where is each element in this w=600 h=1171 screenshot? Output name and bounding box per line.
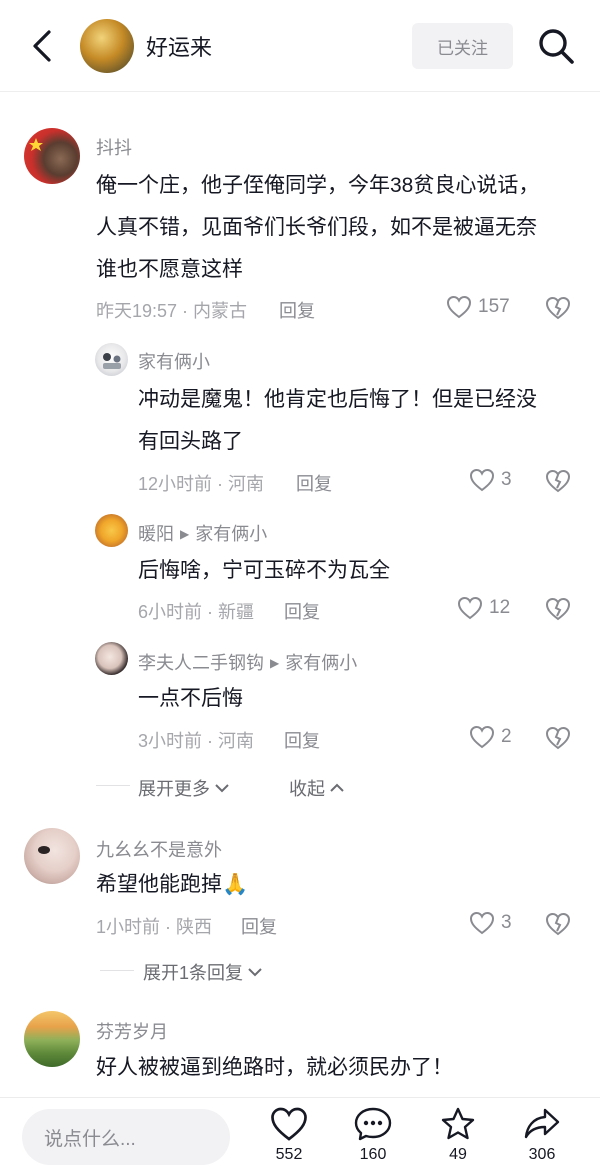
chevron-left-icon	[33, 30, 51, 62]
reply-username[interactable]: 李夫人二手钢钩 ▶ 家有俩小	[138, 649, 357, 675]
share-arrow-icon	[524, 1108, 560, 1139]
reply-username[interactable]: 暖阳 ▶ 家有俩小	[138, 520, 267, 546]
reply-author[interactable]: 暖阳	[138, 524, 174, 544]
share-total: 306	[528, 1146, 556, 1163]
dislike-button[interactable]	[545, 597, 571, 626]
reply-button[interactable]: 回复	[284, 598, 320, 624]
reply-button[interactable]: 回复	[284, 727, 320, 753]
broken-heart-icon	[545, 912, 571, 936]
comment-list[interactable]: 抖抖 俺一个庄，他子侄俺同学，今年38贫良心说话， 人真不错，见面爷们长爷们段，…	[0, 92, 600, 1097]
reply-text-line: 后悔啥，宁可玉碎不为瓦全	[138, 559, 390, 582]
reply-username[interactable]: 家有俩小	[138, 348, 210, 374]
like-button[interactable]: 12	[457, 596, 510, 620]
favorite-action[interactable]: 49	[430, 1106, 486, 1164]
reply-target[interactable]: 家有俩小	[195, 524, 267, 544]
expand-more-button[interactable]: 展开更多	[138, 775, 230, 801]
heart-icon	[469, 725, 495, 749]
collapse-label: 收起	[289, 779, 325, 799]
comment-input[interactable]: 说点什么...	[22, 1109, 230, 1165]
reply-button[interactable]: 回复	[241, 913, 277, 939]
favorite-total: 49	[449, 1146, 467, 1163]
avatar[interactable]	[95, 514, 128, 547]
comment-username[interactable]: 抖抖	[96, 134, 132, 160]
like-count: 3	[501, 469, 512, 490]
avatar[interactable]	[24, 128, 80, 184]
comment-username[interactable]: 芬芳岁月	[96, 1018, 168, 1044]
like-count: 12	[489, 597, 511, 618]
like-count: 2	[501, 726, 512, 747]
like-count: 3	[501, 912, 512, 933]
top-bar: 好运来 已关注	[0, 0, 600, 92]
broken-heart-icon	[545, 296, 571, 320]
comment-meta: 昨天19:57 · 内蒙古	[96, 301, 248, 321]
like-button[interactable]: 3	[469, 911, 512, 935]
reply-text-line: 有回头路了	[138, 430, 243, 453]
chevron-down-icon	[248, 968, 262, 977]
reply-text-line: 冲动是魔鬼！他肯定也后悔了！但是已经没	[138, 388, 537, 411]
reply-arrow-icon: ▶	[270, 656, 280, 670]
comment-username[interactable]: 九幺幺不是意外	[96, 836, 222, 862]
reply-button[interactable]: 回复	[279, 297, 315, 323]
avatar[interactable]	[24, 828, 80, 884]
broken-heart-icon	[545, 469, 571, 493]
avatar[interactable]	[24, 1011, 80, 1067]
reply-author[interactable]: 李夫人二手钢钩	[138, 653, 264, 673]
comment-meta: 1小时前 · 陕西	[96, 917, 213, 937]
comment-total: 160	[359, 1146, 387, 1163]
dislike-button[interactable]	[545, 726, 571, 755]
reply-arrow-icon: ▶	[180, 527, 190, 541]
bottom-action-bar: 说点什么... 552 160 49 306	[0, 1097, 600, 1171]
star-icon	[441, 1107, 475, 1140]
reply-target[interactable]: 家有俩小	[285, 653, 357, 673]
broken-heart-icon	[545, 726, 571, 750]
like-total: 552	[275, 1146, 303, 1163]
comment-action[interactable]: 160	[345, 1106, 401, 1164]
comment-text-line: 希望他能跑掉🙏	[96, 873, 249, 896]
expand-more-label: 展开更多	[138, 779, 210, 799]
heart-icon	[469, 468, 495, 492]
reply-button[interactable]: 回复	[296, 470, 332, 496]
search-button[interactable]	[534, 24, 578, 68]
share-action[interactable]: 306	[514, 1106, 570, 1164]
heart-icon	[457, 596, 483, 620]
chevron-down-icon	[215, 784, 229, 793]
comment-text-line: 人真不错，见面爷们长爷们段，如不是被逼无奈	[96, 216, 537, 239]
comment-text-line: 谁也不愿意这样	[96, 258, 243, 281]
broken-heart-icon	[545, 597, 571, 621]
heart-icon	[271, 1107, 307, 1141]
comment-text-line: 好人被被逼到绝路时，就必须民办了！	[96, 1056, 453, 1079]
dislike-button[interactable]	[545, 912, 571, 941]
back-button[interactable]	[24, 26, 60, 66]
like-count: 157	[478, 296, 510, 317]
comment-bubble-icon	[354, 1107, 392, 1141]
like-button[interactable]: 157	[446, 295, 510, 319]
reply-meta: 3小时前 · 河南	[138, 731, 255, 751]
divider	[100, 970, 134, 971]
reply-meta: 6小时前 · 新疆	[138, 602, 255, 622]
divider	[96, 785, 130, 786]
like-button[interactable]: 3	[469, 468, 512, 492]
comment-text-line: 俺一个庄，他子侄俺同学，今年38贫良心说话，	[96, 174, 540, 197]
collapse-button[interactable]: 收起	[289, 775, 345, 801]
reply-text-line: 一点不后悔	[138, 687, 243, 710]
search-icon	[539, 29, 574, 64]
expand-replies-label: 展开1条回复	[143, 963, 244, 983]
like-action[interactable]: 552	[261, 1106, 317, 1164]
expand-replies-button[interactable]: 展开1条回复	[143, 959, 263, 985]
following-button[interactable]: 已关注	[412, 23, 513, 69]
avatar[interactable]	[95, 343, 128, 376]
author-name[interactable]: 好运来	[146, 30, 212, 62]
heart-icon	[469, 911, 495, 935]
reply-meta: 12小时前 · 河南	[138, 474, 265, 494]
author-avatar[interactable]	[80, 19, 134, 73]
dislike-button[interactable]	[545, 296, 571, 325]
avatar[interactable]	[95, 642, 128, 675]
heart-icon	[446, 295, 472, 319]
dislike-button[interactable]	[545, 469, 571, 498]
chevron-up-icon	[330, 783, 344, 792]
like-button[interactable]: 2	[469, 725, 512, 749]
